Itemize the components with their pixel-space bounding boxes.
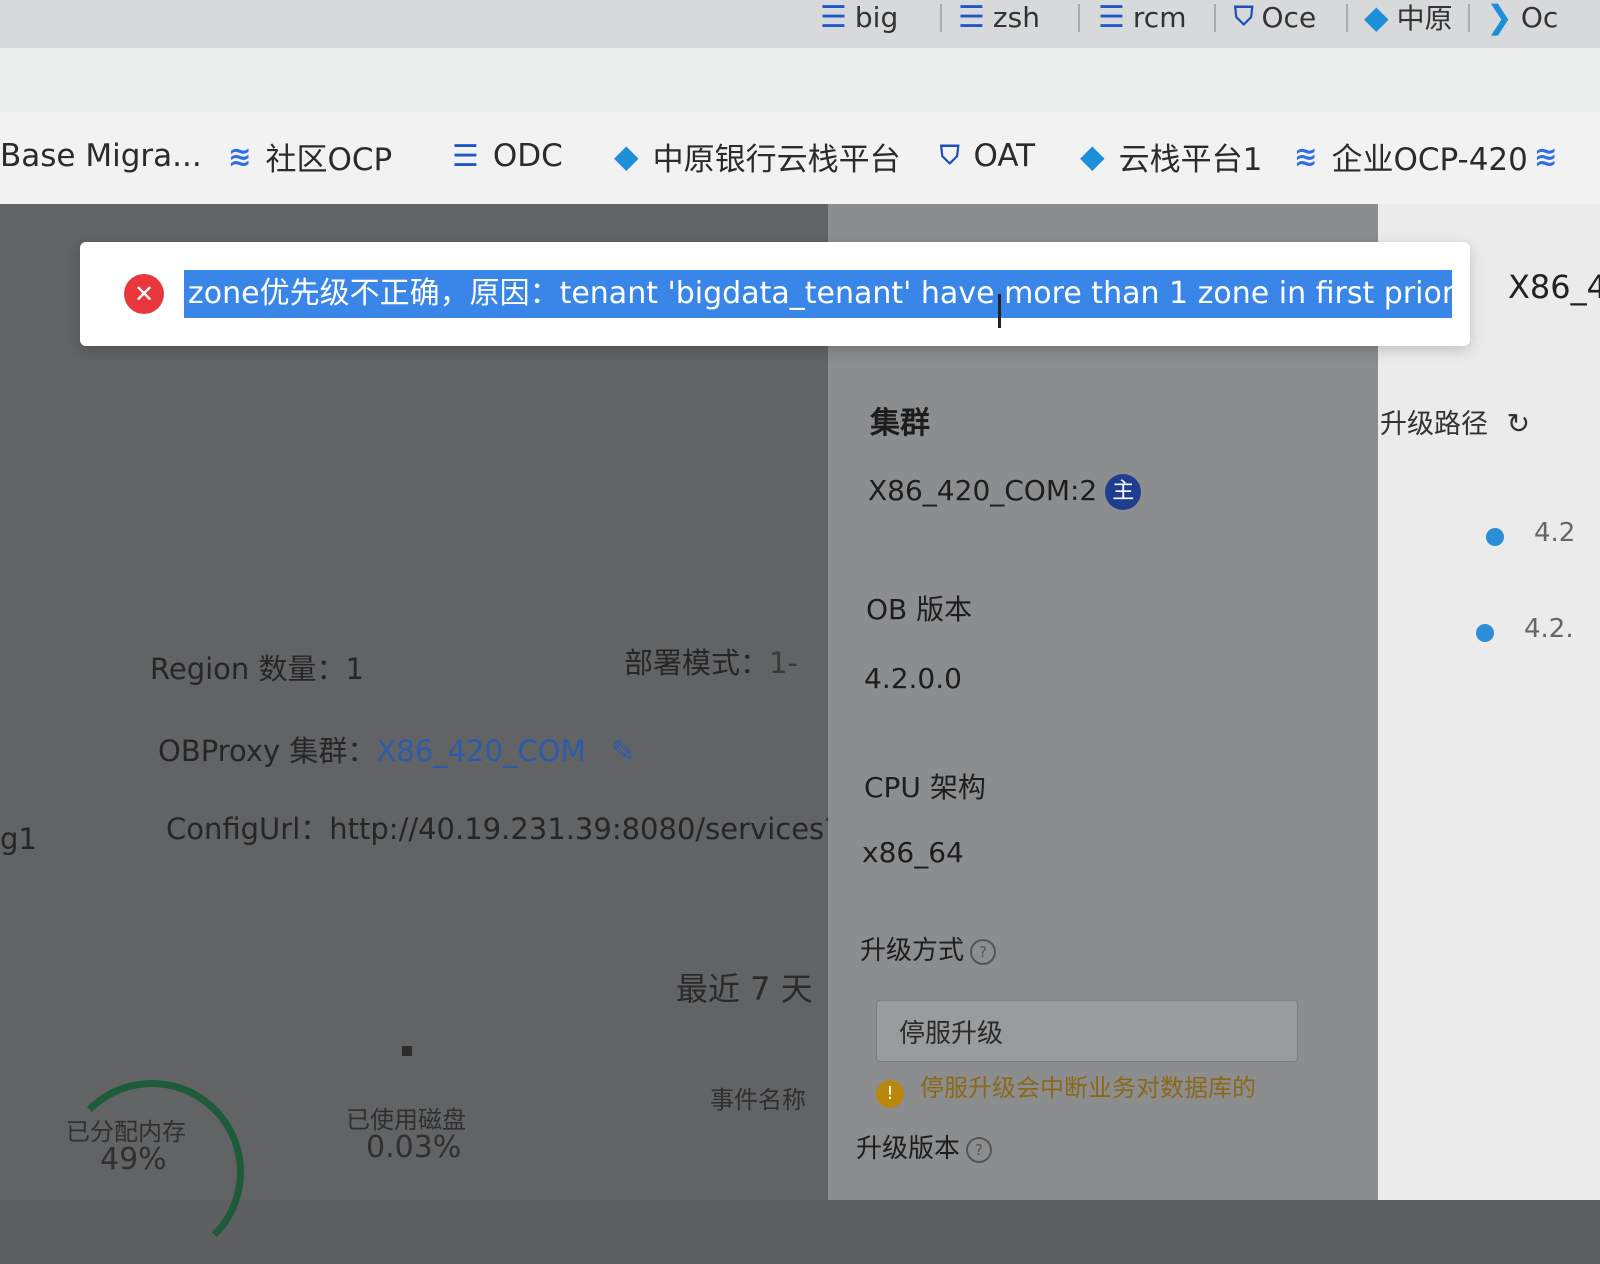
question-icon[interactable]: ? [966, 1136, 993, 1163]
bookmark-label: 企业OCP-420 [1331, 141, 1528, 178]
arrows-icon: ❯ [1486, 0, 1513, 36]
tab-5[interactable]: ❯ Oc [1486, 0, 1559, 36]
bookmark-label: OAT [973, 138, 1036, 174]
tab-divider [1468, 4, 1470, 32]
deploy-mode: 部署模式：1- [624, 646, 798, 680]
tab-label: big [854, 0, 899, 34]
bookmark-cloud-platform-1[interactable]: ◆ 云栈平台1 [1080, 128, 1262, 184]
tab-divider [940, 4, 942, 32]
tab-3[interactable]: ⛉ Oce [1234, 0, 1316, 34]
path-node-version: 4.2 [1534, 518, 1576, 548]
error-message-toast: ✕ zone优先级不正确，原因：tenant 'bigdata_tenant' … [80, 242, 1470, 346]
stack-icon: ≋ [228, 139, 252, 173]
tab-label: zsh [992, 0, 1040, 34]
region-count: Region 数量：1 [150, 652, 364, 686]
disk-value: 0.03% [366, 1130, 462, 1165]
path-node-dot [1476, 624, 1494, 642]
obproxy-cluster-link[interactable]: X86_420_COM [376, 734, 585, 768]
bookmark-label: ODC [492, 138, 563, 174]
error-icon: ✕ [124, 274, 164, 314]
bookmark-community-ocp[interactable]: ≋ 社区OCP [228, 128, 392, 184]
shield-icon: ⛉ [1234, 1, 1254, 32]
list-icon: ☰ [452, 138, 479, 174]
tab-0[interactable]: ☰ big [820, 0, 899, 35]
edit-icon[interactable]: ✎ [611, 734, 635, 768]
tab-label: Oce [1261, 0, 1317, 34]
stack-icon: ≋ [1294, 139, 1318, 173]
tab-label: rcm [1132, 0, 1187, 34]
legend-dot [402, 1046, 412, 1056]
primary-badge: 主 [1105, 474, 1142, 510]
event-name-header: 事件名称 [710, 1086, 806, 1114]
diamond-icon: ◆ [614, 137, 639, 175]
address-bar-area [0, 48, 1600, 112]
bookmark-enterprise-ocp-420[interactable]: ≋ 企业OCP-420 [1294, 128, 1528, 184]
tab-label: 中原 [1396, 2, 1453, 35]
diamond-icon: ◆ [1080, 137, 1105, 175]
shield-icon: ⛉ [940, 140, 960, 171]
bookmark-label: 社区OCP [265, 141, 393, 178]
bookmark-label: Base Migra... [0, 138, 202, 174]
list-icon: ☰ [1098, 0, 1125, 35]
path-node-dot [1486, 528, 1504, 546]
ob-version-value: 4.2.0.0 [864, 662, 962, 695]
bookmark-more[interactable]: ≋ [1534, 128, 1557, 184]
bookmark-label: 中原银行云栈平台 [652, 141, 901, 178]
upgrade-mode-label: 升级方式? [860, 930, 997, 967]
list-icon: ☰ [958, 0, 985, 35]
refresh-icon[interactable]: ↻ [1507, 407, 1530, 440]
tab-divider [1214, 4, 1216, 32]
tab-label: Oc [1520, 0, 1559, 34]
bookmark-oat[interactable]: ⛉ OAT [940, 128, 1035, 184]
cluster-overview-page [0, 204, 830, 1200]
left-edge-text: g1 [0, 822, 37, 856]
obproxy-cluster: OBProxy 集群：X86_420_COM ✎ [158, 734, 636, 768]
diamond-icon: ◆ [1364, 0, 1389, 36]
bookmark-base-migration[interactable]: Base Migra... [0, 128, 202, 184]
tab-divider [1078, 4, 1080, 32]
path-node-version: 4.2. [1524, 614, 1574, 644]
question-icon[interactable]: ? [970, 938, 997, 965]
text-cursor [998, 294, 1001, 328]
tab-4[interactable]: ◆ 中原 [1364, 0, 1453, 36]
error-message-text[interactable]: zone优先级不正确，原因：tenant 'bigdata_tenant' ha… [184, 270, 1452, 318]
upgrade-mode-select[interactable]: 停服升级 [876, 1000, 1298, 1062]
cluster-name-peek: X86_42 [1508, 268, 1600, 306]
upgrade-path-title: 升级路径 ↻ [1380, 407, 1531, 440]
browser-tab-strip: ☰ big ☰ zsh ☰ rcm ⛉ Oce ◆ 中原 ❯ Oc [0, 0, 1600, 48]
recent-7-days-title: 最近 7 天 [676, 970, 813, 1008]
cpu-arch-label: CPU 架构 [864, 771, 986, 804]
cluster-label: 集群 [870, 406, 930, 441]
cpu-arch-value: x86_64 [862, 836, 964, 869]
stack-icon: ≋ [1534, 139, 1558, 173]
upgrade-path-panel [1378, 204, 1600, 1200]
upgrade-mode-value: 停服升级 [899, 1019, 1004, 1049]
bookmark-label: 云栈平台1 [1118, 141, 1263, 178]
bookmark-odc[interactable]: ☰ ODC [452, 128, 563, 184]
warning-icon: ! [876, 1080, 904, 1108]
ob-version-label: OB 版本 [866, 593, 973, 626]
upgrade-version-label: 升级版本? [856, 1128, 993, 1165]
tab-divider [1346, 4, 1348, 32]
list-icon: ☰ [820, 0, 847, 35]
tab-1[interactable]: ☰ zsh [958, 0, 1040, 35]
cluster-value: X86_420_COM:2 主 [868, 474, 1142, 510]
memory-value: 49% [100, 1142, 167, 1177]
bookmark-zhongyuan-cloud[interactable]: ◆ 中原银行云栈平台 [614, 128, 901, 184]
config-url: ConfigUrl：http://40.19.231.39:8080/servi… [166, 812, 860, 846]
tab-2[interactable]: ☰ rcm [1098, 0, 1187, 35]
upgrade-warning-text: 停服升级会中断业务对数据库的 [920, 1074, 1256, 1102]
